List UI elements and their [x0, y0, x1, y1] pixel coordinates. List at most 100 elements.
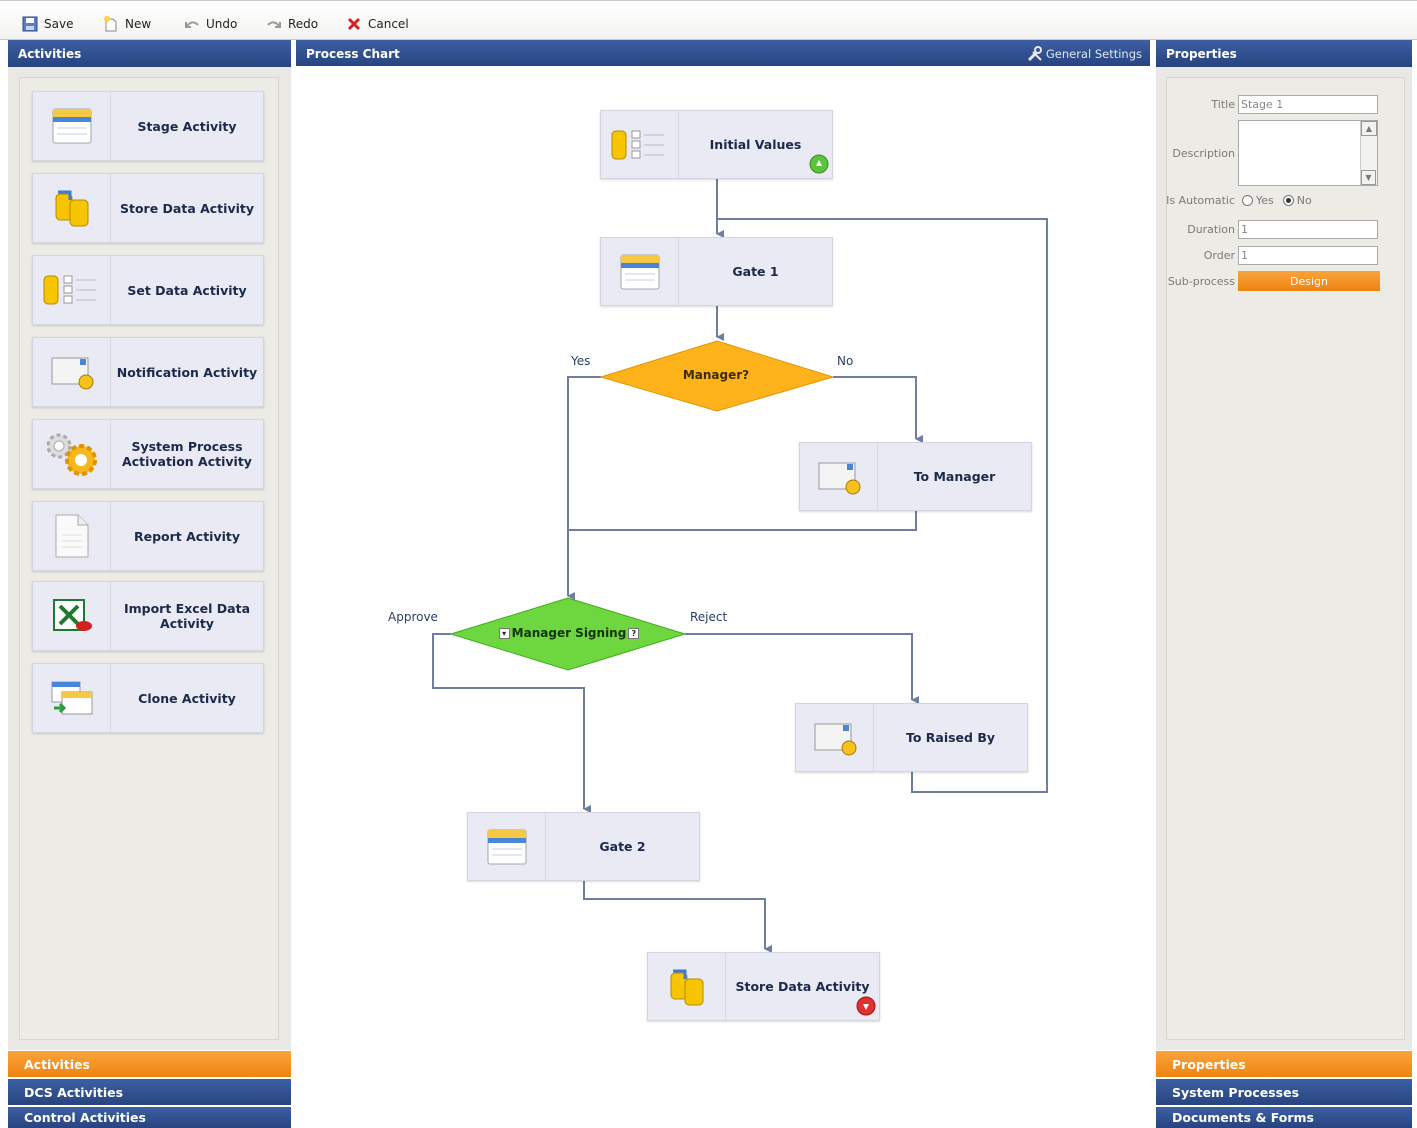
tools-icon	[1027, 45, 1042, 61]
prop-automatic-row: Is Automatic Yes No	[1166, 194, 1312, 207]
prop-order-label: Order	[1203, 249, 1235, 262]
palette-item-label: System Process Activation Activity	[122, 439, 252, 469]
activities-panel-header: Activities	[8, 40, 291, 67]
node-gate-1[interactable]: Gate 1	[600, 237, 833, 306]
accordion-properties[interactable]: Properties	[1156, 1051, 1412, 1077]
report-icon	[33, 502, 111, 570]
node-label: Initial Values	[709, 137, 802, 152]
new-button[interactable]: New	[103, 13, 151, 35]
manager-signing-label-group: ▾ Manager Signing ?	[496, 626, 642, 640]
order-input[interactable]	[1238, 246, 1378, 265]
notification-icon	[33, 338, 111, 406]
node-to-raised-by[interactable]: To Raised By	[795, 703, 1028, 772]
save-icon	[22, 16, 38, 32]
palette-item-label: Stage Activity	[137, 118, 237, 134]
node-store-data-activity[interactable]: Store Data Activity	[647, 952, 880, 1021]
stage-icon	[33, 92, 111, 160]
edge-label-no: No	[837, 354, 854, 368]
palette-item-label: Store Data Activity	[119, 200, 255, 216]
new-label: New	[125, 17, 152, 31]
prop-subprocess-row: Sub-process Design	[1166, 271, 1380, 291]
accordion-label: DCS Activities	[24, 1084, 124, 1100]
automatic-yes-option[interactable]: Yes	[1242, 194, 1274, 207]
radio-no[interactable]	[1282, 195, 1294, 206]
properties-panel	[1156, 67, 1412, 1050]
cancel-label: Cancel	[368, 17, 409, 31]
title-input[interactable]	[1238, 95, 1378, 114]
radio-no-dot	[1285, 198, 1291, 203]
cancel-button[interactable]: Cancel	[346, 13, 409, 35]
manager-signing-label: Manager Signing	[511, 626, 627, 640]
prop-description-label: Description	[1172, 146, 1235, 160]
scroll-up-icon[interactable]: ▲	[1361, 121, 1377, 136]
undo-icon	[185, 21, 199, 28]
process-chart-header: Process Chart General Settings	[296, 40, 1150, 67]
accordion-documents-forms[interactable]: Documents & Forms	[1156, 1107, 1412, 1128]
chevron-down-icon[interactable]: ▾	[498, 627, 510, 639]
help-icon[interactable]: ?	[628, 627, 640, 639]
node-gate-2[interactable]: Gate 2	[467, 812, 700, 881]
redo-label: Redo	[288, 17, 319, 31]
node-initial-values[interactable]: Initial Values	[600, 110, 833, 179]
accordion-control-activities[interactable]: Control Activities	[8, 1107, 291, 1128]
general-settings-label: General Settings	[1045, 46, 1142, 61]
accordion-activities[interactable]: Activities	[8, 1051, 291, 1077]
node-label: Gate 1	[732, 264, 779, 279]
save-label: Save	[44, 17, 74, 31]
set-data-icon	[601, 111, 679, 178]
edge-label-approve: Approve	[388, 610, 438, 624]
node-to-manager[interactable]: To Manager	[799, 442, 1032, 511]
palette-set-data-activity[interactable]: Set Data Activity	[32, 255, 264, 325]
general-settings-link[interactable]: General Settings	[1027, 45, 1142, 62]
palette-item-label: Set Data Activity	[127, 282, 247, 298]
node-label: Gate 2	[599, 839, 646, 854]
stage-icon	[468, 813, 546, 880]
process-chart-title: Process Chart	[306, 46, 400, 61]
prop-subprocess-label: Sub-process	[1167, 274, 1235, 288]
manager-decision-label: Manager?	[682, 368, 750, 382]
design-button[interactable]: Design	[1238, 271, 1380, 291]
description-textarea[interactable]: ▲ ▼	[1238, 120, 1378, 186]
end-indicator-icon	[856, 996, 876, 1016]
properties-panel-header: Properties	[1156, 40, 1412, 67]
accordion-dcs-activities[interactable]: DCS Activities	[8, 1079, 291, 1105]
store-data-icon	[648, 953, 726, 1020]
automatic-no-label: No	[1296, 194, 1312, 207]
palette-import-excel-activity[interactable]: Import Excel Data Activity	[32, 581, 264, 651]
palette-stage-activity[interactable]: Stage Activity	[32, 91, 264, 161]
accordion-label: Documents & Forms	[1172, 1110, 1314, 1125]
description-scrollbar[interactable]: ▲ ▼	[1360, 121, 1377, 185]
start-indicator-icon	[809, 154, 829, 174]
undo-button[interactable]: Undo	[184, 13, 237, 35]
duration-input[interactable]	[1238, 220, 1378, 239]
palette-notification-activity[interactable]: Notification Activity	[32, 337, 264, 407]
redo-button[interactable]: Redo	[266, 13, 318, 35]
palette-store-data-activity[interactable]: Store Data Activity	[32, 173, 264, 243]
edge-label-yes: Yes	[571, 354, 591, 368]
palette-system-process-activity[interactable]: System Process Activation Activity	[32, 419, 264, 489]
palette-item-label: Clone Activity	[138, 690, 236, 706]
prop-duration-row: Duration	[1166, 220, 1378, 239]
cancel-icon	[347, 17, 361, 31]
accordion-label: Properties	[1172, 1056, 1246, 1072]
new-icon	[104, 16, 117, 32]
scroll-down-icon[interactable]: ▼	[1361, 170, 1376, 185]
save-button[interactable]: Save	[22, 13, 73, 35]
accordion-label: Control Activities	[24, 1110, 146, 1125]
palette-report-activity[interactable]: Report Activity	[32, 501, 264, 571]
activities-panel-title: Activities	[18, 46, 82, 61]
palette-item-label: Import Excel Data Activity	[123, 601, 251, 631]
automatic-no-option[interactable]: No	[1282, 194, 1312, 207]
accordion-label: System Processes	[1172, 1084, 1300, 1100]
radio-yes[interactable]	[1242, 195, 1253, 206]
gears-icon	[33, 420, 111, 488]
clone-icon	[33, 664, 111, 732]
prop-automatic-label: Is Automatic	[1166, 194, 1235, 207]
undo-label: Undo	[206, 17, 238, 31]
palette-clone-activity[interactable]: Clone Activity	[32, 663, 264, 733]
notification-icon	[796, 704, 874, 771]
stage-icon	[601, 238, 679, 305]
node-label: To Manager	[913, 469, 996, 484]
accordion-system-processes[interactable]: System Processes	[1156, 1079, 1412, 1105]
palette-item-label: Report Activity	[133, 528, 241, 544]
